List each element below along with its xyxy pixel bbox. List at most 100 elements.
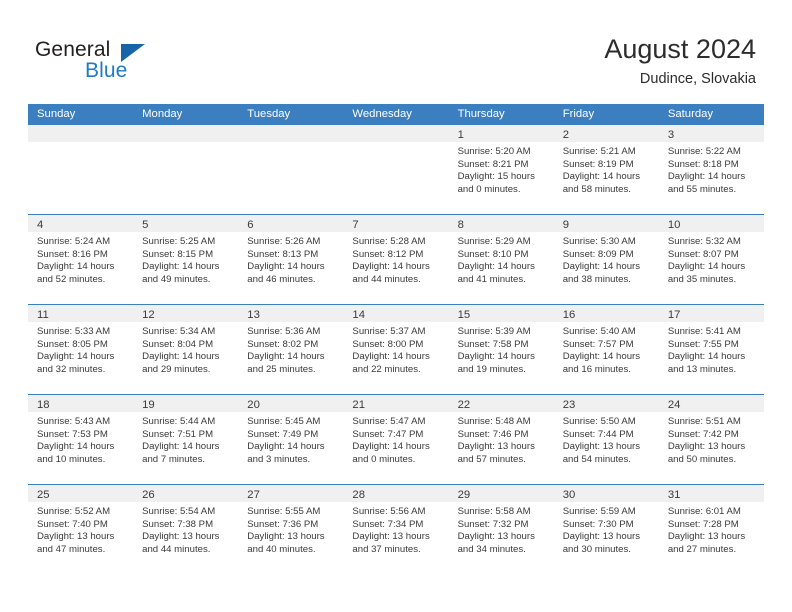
day-detail-line: Sunrise: 5:52 AM [37,506,111,517]
day-detail-line: and 22 minutes. [352,363,421,375]
day-number-band: 7 [343,215,449,232]
day-cell[interactable]: 19 Sunrise: 5:44 AM Sunset: 7:51 PM Dayligh… [133,395,239,484]
day-number-band: 8 [448,215,554,232]
day-cell-empty [343,125,449,214]
week-row: 18 Sunrise: 5:43 AM Sunset: 7:53 PM Dayligh… [28,394,764,484]
day-cell[interactable]: 15 Sunrise: 5:39 AM Sunset: 7:58 PM Dayligh… [448,305,554,394]
day-cell[interactable]: 13 Sunrise: 5:36 AM Sunset: 8:02 PM Dayligh… [238,305,344,394]
day-detail-line: Sunset: 7:30 PM [562,518,634,530]
day-detail-line: Sunset: 8:21 PM [457,158,529,170]
day-detail-line: Sunrise: 5:28 AM [352,236,426,247]
day-cell[interactable]: 1 Sunrise: 5:20 AM Sunset: 8:21 PM Daylight… [448,125,554,214]
day-detail-line: Sunrise: 5:21 AM [562,146,636,157]
day-number-band [343,125,449,142]
day-details: Sunrise: 5:39 AM Sunset: 7:58 PM Daylight:… [449,322,554,376]
day-number-band: 28 [343,485,449,502]
day-detail-line: Sunrise: 5:32 AM [667,236,741,247]
day-cell[interactable]: 3 Sunrise: 5:22 AM Sunset: 8:18 PM Daylight… [658,125,764,214]
day-cell[interactable]: 28 Sunrise: 5:56 AM Sunset: 7:34 PM Dayligh… [343,485,449,574]
day-cell[interactable]: 26 Sunrise: 5:54 AM Sunset: 7:38 PM Dayligh… [133,485,239,574]
day-cell[interactable]: 6 Sunrise: 5:26 AM Sunset: 8:13 PM Daylight… [238,215,344,304]
day-detail-line: Daylight: 14 hours [37,261,115,273]
day-cell[interactable]: 29 Sunrise: 5:58 AM Sunset: 7:32 PM Dayligh… [448,485,554,574]
day-number: 21 [352,399,365,411]
day-detail-line: Sunrise: 5:58 AM [457,506,531,517]
day-number: 30 [562,489,576,501]
day-detail-line: Daylight: 14 hours [247,441,325,453]
day-detail-line: and 54 minutes. [562,453,631,465]
day-number-band [28,125,134,142]
day-detail-line: Sunset: 7:34 PM [352,518,424,530]
day-detail-line: Sunset: 7:46 PM [457,428,529,440]
day-number-band: 17 [658,305,764,322]
day-number: 28 [352,489,365,501]
day-detail-line: Sunset: 8:00 PM [352,338,424,350]
day-details: Sunrise: 5:43 AM Sunset: 7:53 PM Daylight:… [28,412,133,466]
day-details [133,142,238,146]
day-number: 25 [37,489,50,501]
weekday-sunday: Sunday [37,108,76,120]
day-detail-line: and 47 minutes. [37,543,106,555]
day-cell[interactable]: 17 Sunrise: 5:41 AM Sunset: 7:55 PM Dayligh… [658,305,764,394]
day-cell[interactable]: 18 Sunrise: 5:43 AM Sunset: 7:53 PM Dayligh… [28,395,134,484]
day-number-band: 20 [238,395,344,412]
day-cell[interactable]: 12 Sunrise: 5:34 AM Sunset: 8:04 PM Dayligh… [133,305,239,394]
day-cell[interactable]: 22 Sunrise: 5:48 AM Sunset: 7:46 PM Dayligh… [448,395,554,484]
day-cell[interactable]: 21 Sunrise: 5:47 AM Sunset: 7:47 PM Dayligh… [343,395,449,484]
day-detail-line: Daylight: 14 hours [37,351,115,363]
day-cell[interactable]: 9 Sunrise: 5:30 AM Sunset: 8:09 PM Daylight… [553,215,659,304]
day-detail-line: Daylight: 13 hours [247,531,325,543]
day-detail-line: Sunset: 7:40 PM [37,518,108,530]
day-detail-line: Sunrise: 5:48 AM [457,416,531,427]
day-detail-line: Sunset: 7:32 PM [457,518,529,530]
day-cell[interactable]: 25 Sunrise: 5:52 AM Sunset: 7:40 PM Dayligh… [28,485,134,574]
day-cell[interactable]: 14 Sunrise: 5:37 AM Sunset: 8:00 PM Dayligh… [343,305,449,394]
calendar-page: General Blue August 2024 Dudince, Slovak… [0,0,792,612]
day-detail-line: and 29 minutes. [142,363,211,375]
day-number-band: 26 [133,485,239,502]
day-cell[interactable]: 7 Sunrise: 5:28 AM Sunset: 8:12 PM Daylight… [343,215,449,304]
day-number: 13 [247,309,260,321]
day-details: Sunrise: 5:44 AM Sunset: 7:51 PM Daylight:… [133,412,238,466]
day-detail-line: Sunrise: 5:29 AM [457,236,531,247]
day-cell[interactable]: 8 Sunrise: 5:29 AM Sunset: 8:10 PM Daylight… [448,215,554,304]
day-detail-line: and 55 minutes. [667,183,737,195]
day-number: 22 [457,399,471,411]
day-detail-line: Sunset: 7:44 PM [562,428,634,440]
day-details: Sunrise: 6:01 AM Sunset: 7:28 PM Daylight:… [659,502,764,556]
day-cell[interactable]: 2 Sunrise: 5:21 AM Sunset: 8:19 PM Daylight… [553,125,659,214]
day-number-band: 23 [553,395,659,412]
day-detail-line: and 35 minutes. [667,273,737,285]
day-detail-line: Daylight: 14 hours [247,261,325,273]
weeks-container: 1 Sunrise: 5:20 AM Sunset: 8:21 PM Daylight… [28,125,764,574]
day-cell[interactable]: 20 Sunrise: 5:45 AM Sunset: 7:49 PM Dayligh… [238,395,344,484]
day-number-band: 3 [658,125,764,142]
day-details: Sunrise: 5:50 AM Sunset: 7:44 PM Daylight:… [554,412,659,466]
day-detail-line: Daylight: 14 hours [142,351,220,363]
day-details [238,142,343,146]
day-cell[interactable]: 24 Sunrise: 5:51 AM Sunset: 7:42 PM Dayligh… [658,395,764,484]
day-cell[interactable]: 11 Sunrise: 5:33 AM Sunset: 8:05 PM Dayligh… [28,305,134,394]
day-cell[interactable]: 16 Sunrise: 5:40 AM Sunset: 7:57 PM Dayligh… [553,305,659,394]
day-detail-line: Sunrise: 5:39 AM [457,326,531,337]
day-detail-line: Daylight: 14 hours [562,261,641,273]
day-cell[interactable]: 4 Sunrise: 5:24 AM Sunset: 8:16 PM Daylight… [28,215,134,304]
day-cell[interactable]: 30 Sunrise: 5:59 AM Sunset: 7:30 PM Dayligh… [553,485,659,574]
day-cell[interactable]: 10 Sunrise: 5:32 AM Sunset: 8:07 PM Dayligh… [658,215,764,304]
day-details: Sunrise: 5:22 AM Sunset: 8:18 PM Daylight:… [659,142,764,196]
day-detail-line: Daylight: 14 hours [352,441,430,453]
day-detail-line: Sunset: 7:49 PM [247,428,319,440]
day-cell[interactable]: 23 Sunrise: 5:50 AM Sunset: 7:44 PM Dayligh… [553,395,659,484]
day-number: 16 [562,309,576,321]
week-row: 25 Sunrise: 5:52 AM Sunset: 7:40 PM Dayligh… [28,484,764,574]
page-subtitle: Dudince, Slovakia [639,71,756,87]
day-number: 17 [667,309,681,321]
day-number-band: 13 [238,305,344,322]
day-number-band: 31 [658,485,764,502]
day-details: Sunrise: 5:34 AM Sunset: 8:04 PM Daylight:… [133,322,238,376]
brand-logo[interactable]: General Blue [35,38,165,86]
day-number-band: 6 [238,215,344,232]
day-cell[interactable]: 5 Sunrise: 5:25 AM Sunset: 8:15 PM Daylight… [133,215,239,304]
day-cell[interactable]: 27 Sunrise: 5:55 AM Sunset: 7:36 PM Dayligh… [238,485,344,574]
day-cell[interactable]: 31 Sunrise: 6:01 AM Sunset: 7:28 PM Dayligh… [658,485,764,574]
